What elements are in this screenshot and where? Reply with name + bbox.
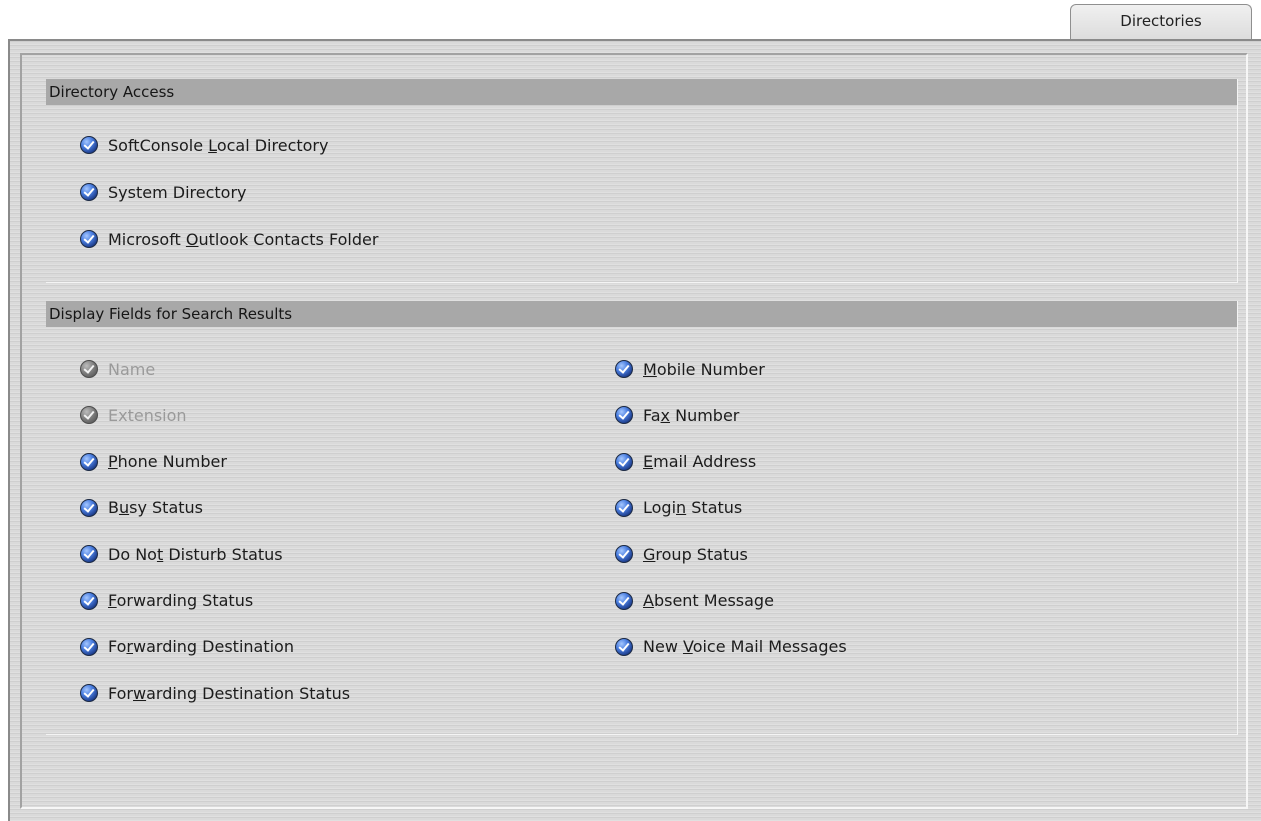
- option-label: Extension: [108, 405, 187, 425]
- option-label: Group Status: [643, 544, 748, 564]
- checkmark-icon[interactable]: [80, 545, 98, 564]
- option-label: Fax Number: [643, 405, 740, 425]
- option-label: Forwarding Destination: [108, 637, 294, 657]
- option-absent-message[interactable]: Absent Message: [615, 589, 774, 613]
- checkmark-icon[interactable]: [80, 498, 98, 517]
- checkmark-icon: [80, 406, 98, 425]
- option-forwarding-destination-status[interactable]: Forwarding Destination Status: [80, 681, 350, 705]
- tab-directories[interactable]: Directories: [1070, 4, 1252, 40]
- checkmark-icon[interactable]: [615, 591, 633, 610]
- directory-access-group: Directory Access SoftConsole Local Direc…: [46, 79, 1238, 283]
- option-label: Mobile Number: [643, 359, 765, 379]
- checkmark-icon[interactable]: [80, 183, 98, 201]
- checkmark-icon[interactable]: [615, 406, 633, 425]
- checkmark-icon[interactable]: [80, 684, 98, 703]
- tab-panel: Directory Access SoftConsole Local Direc…: [8, 39, 1261, 821]
- option-mobile-number[interactable]: Mobile Number: [615, 357, 765, 381]
- checkmark-icon[interactable]: [615, 545, 633, 564]
- checkmark-icon[interactable]: [615, 452, 633, 471]
- option-label: Phone Number: [108, 452, 227, 472]
- option-label: SoftConsole Local Directory: [108, 135, 329, 155]
- checkmark-icon[interactable]: [80, 230, 98, 248]
- option-softconsole-local-directory[interactable]: SoftConsole Local Directory: [80, 133, 328, 157]
- checkmark-icon[interactable]: [80, 591, 98, 610]
- checkmark-icon[interactable]: [615, 498, 633, 517]
- checkmark-icon[interactable]: [80, 136, 98, 154]
- checkmark-icon[interactable]: [80, 637, 98, 656]
- option-label: Name: [108, 359, 156, 379]
- option-label: Absent Message: [643, 591, 774, 610]
- option-microsoft-outlook-contacts-folder[interactable]: Microsoft Outlook Contacts Folder: [80, 227, 378, 251]
- option-label: Login Status: [643, 498, 743, 518]
- option-login-status[interactable]: Login Status: [615, 496, 742, 520]
- option-busy-status[interactable]: Busy Status: [80, 496, 203, 520]
- option-system-directory[interactable]: System Directory: [80, 180, 247, 204]
- checkmark-icon[interactable]: [80, 452, 98, 471]
- option-fax-number[interactable]: Fax Number: [615, 403, 739, 427]
- option-do-not-disturb-status[interactable]: Do Not Disturb Status: [80, 542, 283, 566]
- checkmark-icon[interactable]: [615, 637, 633, 656]
- panel-body: Directory Access SoftConsole Local Direc…: [20, 53, 1248, 809]
- option-label: New Voice Mail Messages: [643, 637, 847, 657]
- checkmark-icon[interactable]: [615, 360, 633, 378]
- display-fields-header: Display Fields for Search Results: [46, 301, 1237, 327]
- option-label: Busy Status: [108, 498, 203, 518]
- option-group-status[interactable]: Group Status: [615, 542, 748, 566]
- option-phone-number[interactable]: Phone Number: [80, 450, 227, 474]
- option-label: Microsoft Outlook Contacts Folder: [108, 229, 379, 249]
- option-label: Forwarding Destination Status: [108, 683, 351, 703]
- option-label: Do Not Disturb Status: [108, 544, 283, 564]
- option-extension: Extension: [80, 403, 187, 427]
- option-forwarding-status[interactable]: Forwarding Status: [80, 589, 253, 613]
- option-label: System Directory: [108, 182, 247, 202]
- checkmark-icon: [80, 360, 98, 378]
- option-new-voice-mail-messages[interactable]: New Voice Mail Messages: [615, 635, 847, 659]
- option-email-address[interactable]: Email Address: [615, 450, 756, 474]
- display-fields-group: Display Fields for Search Results Name Ex…: [46, 301, 1238, 735]
- option-label: Email Address: [643, 452, 757, 472]
- tab-directories-label: Directories: [1120, 12, 1202, 30]
- directory-access-header: Directory Access: [46, 79, 1237, 105]
- option-forwarding-destination[interactable]: Forwarding Destination: [80, 635, 294, 659]
- option-name: Name: [80, 357, 155, 381]
- option-label: Forwarding Status: [108, 591, 254, 610]
